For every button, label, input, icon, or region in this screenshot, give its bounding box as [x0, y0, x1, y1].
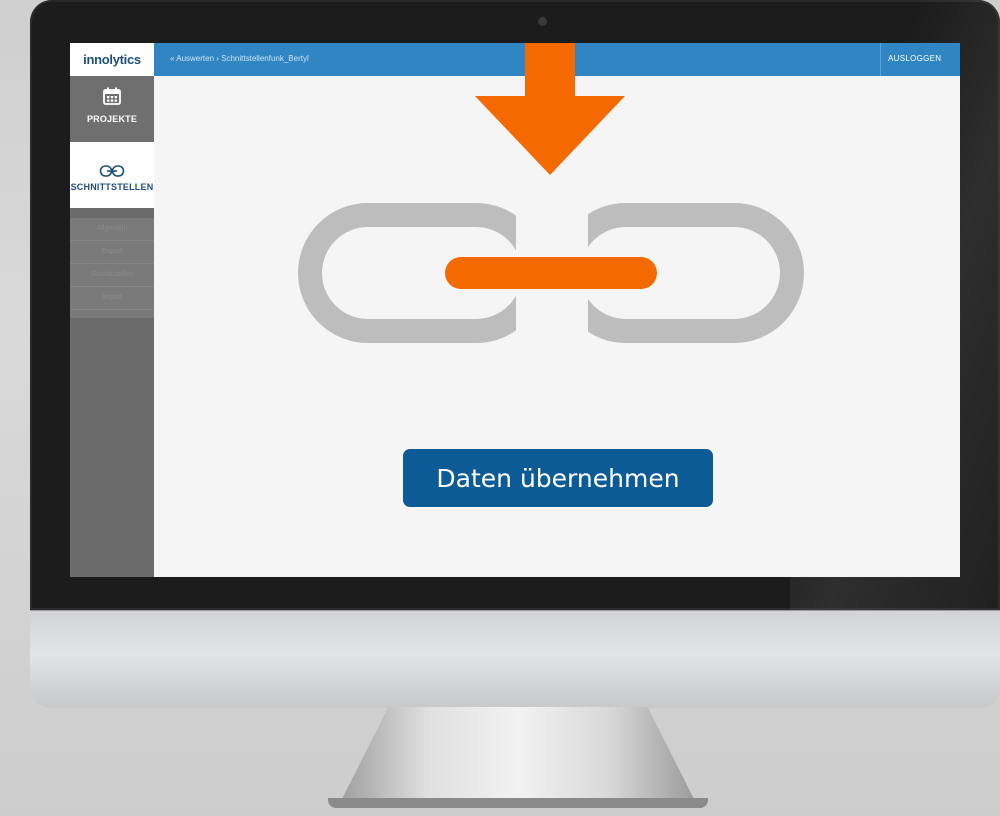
link-icon	[99, 165, 125, 177]
submenu-item[interactable]: Import	[70, 287, 154, 310]
calendar-icon	[103, 87, 121, 105]
monitor-stand-base	[328, 798, 708, 808]
arrow-down-icon	[475, 43, 625, 175]
sidebar-item-label: SCHNITTSTELLEN	[70, 182, 154, 192]
logo-text: innolytics	[83, 52, 141, 67]
sidebar-item-projekte[interactable]: PROJEKTE	[70, 76, 154, 142]
monitor-chin	[30, 610, 1000, 708]
app-screen: innolytics « Auswerten › Schnittstellenf…	[70, 43, 960, 577]
submenu-item[interactable]: Allgemein	[70, 218, 154, 241]
daten-uebernehmen-button[interactable]: Daten übernehmen	[403, 449, 713, 507]
camera-icon	[538, 17, 547, 26]
sidebar-item-label: PROJEKTE	[86, 114, 138, 124]
logout-button[interactable]: AUSLOGGEN	[888, 54, 941, 63]
breadcrumb[interactable]: « Auswerten › Schnittstellenfunk_Bertyl	[170, 54, 309, 63]
submenu: Allgemein Export Schnittstellen Import	[70, 218, 154, 318]
logo[interactable]: innolytics	[70, 43, 154, 76]
sidebar-item-schnittstellen[interactable]: SCHNITTSTELLEN	[70, 142, 154, 208]
submenu-item[interactable]: Export	[70, 241, 154, 264]
sidebar: PROJEKTE SCHNITTSTELLEN Allgemein Export…	[70, 76, 154, 577]
monitor-stand	[338, 707, 698, 807]
topbar-divider	[880, 43, 881, 76]
chain-link-icon	[298, 203, 804, 343]
submenu-item[interactable]: Schnittstellen	[70, 264, 154, 287]
